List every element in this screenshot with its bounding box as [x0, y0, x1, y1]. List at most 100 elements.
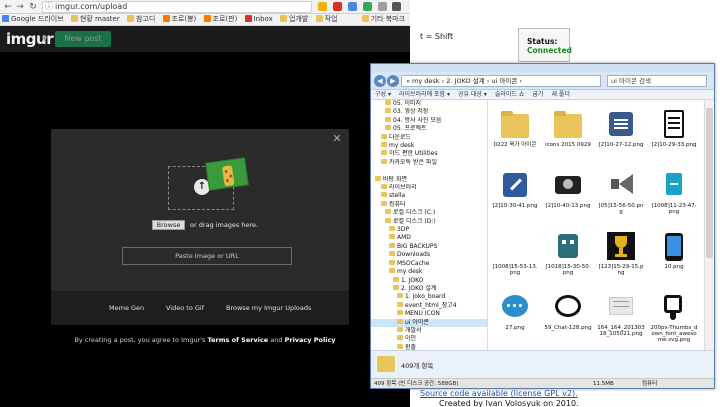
folder-icon — [381, 150, 387, 156]
tree-item[interactable]: BIG BACKUPS — [371, 242, 487, 251]
file-item[interactable]: [123]15-29-15.png — [597, 224, 645, 282]
tree-item[interactable]: 라이브러리 — [371, 184, 487, 192]
command-menu-item[interactable]: 굽기 — [528, 90, 547, 100]
tree-item[interactable]: 1. joko_board — [371, 293, 487, 301]
file-item[interactable]: 0222 욱가 아이콘 — [491, 102, 539, 160]
tree-item[interactable]: event_html_참고4 — [371, 301, 487, 310]
tree-item[interactable]: 로컬 디스크 (D:) — [371, 217, 487, 226]
file-item[interactable]: icons 2015 0929 — [544, 102, 592, 160]
scrollbar[interactable] — [704, 100, 713, 380]
browse-uploads-link[interactable]: Browse my Imgur Uploads — [226, 303, 311, 313]
info-icon[interactable]: ⓘ — [45, 2, 53, 12]
tree-item[interactable]: 이인 — [371, 335, 487, 343]
tree-item[interactable]: 바탕 화면 — [371, 175, 487, 184]
bookmark-item[interactable]: Google 드라이브 — [0, 14, 67, 25]
file-item[interactable]: 164_164_20130318_105021.png — [597, 285, 645, 343]
command-menu-item[interactable]: 라이브러리에 포함 ▾ — [395, 90, 454, 100]
forward-icon[interactable]: → — [14, 1, 26, 13]
file-item[interactable]: [1008]15-53-13.png — [491, 224, 539, 282]
search-input[interactable]: ui 아이콘 검색 — [607, 75, 707, 87]
scroll-thumb[interactable] — [706, 108, 713, 258]
command-menu-item[interactable]: 슬라이드 쇼 — [491, 90, 529, 100]
menu-icon[interactable] — [392, 2, 402, 11]
extension-icon[interactable] — [362, 2, 372, 11]
tree-item[interactable]: MSOCache — [371, 259, 487, 268]
tree-item[interactable]: 1. JOKO — [371, 276, 487, 285]
new-post-button[interactable]: New post — [55, 31, 111, 47]
video-to-gif-link[interactable]: Video to Gif — [166, 303, 204, 313]
status-bar: 409 항목 (빈 디스크 공간: 588GB) 11.5MB 컴퓨터 — [371, 378, 714, 388]
file-item[interactable]: 200px-Thumbs_down_font_awesome.svg.png — [650, 285, 698, 343]
file-item[interactable]: [2]10-40-13.png — [544, 163, 592, 221]
command-menu-item[interactable]: 공유 대상 ▾ — [454, 90, 491, 100]
tree-item[interactable]: 다운로드 — [371, 133, 487, 142]
command-menu-item[interactable]: 구성 ▾ — [371, 90, 395, 100]
tree-item[interactable]: AMD — [371, 234, 487, 242]
tree-item[interactable]: 04. 방사 사진 모음 — [371, 116, 487, 125]
tree-item-label: 개발서 — [405, 326, 422, 334]
file-item[interactable]: [2]10-27-12.png — [597, 102, 645, 160]
source-code-link[interactable]: Source code available (license GPL v2). — [420, 389, 578, 398]
tree-item[interactable]: MENU ICON — [371, 310, 487, 318]
url-bar[interactable]: ⓘ imgur.com/upload — [42, 1, 312, 13]
tree-item[interactable]: my desk — [371, 268, 487, 276]
file-item[interactable]: [2]10-29-33.png — [650, 102, 698, 160]
extension-icon[interactable] — [332, 2, 342, 11]
drag-hint: or drag images here. — [190, 221, 259, 229]
bookmark-item[interactable]: 조로(판) — [202, 14, 241, 25]
privacy-policy-link[interactable]: Privacy Policy — [285, 336, 336, 344]
tree-item-label: 이인 — [405, 335, 417, 343]
folder-icon — [397, 293, 403, 299]
back-icon[interactable]: ← — [2, 1, 14, 13]
command-menu-item[interactable]: 새 폴더 — [547, 90, 573, 100]
folder-icon — [361, 15, 369, 22]
title-bar[interactable] — [371, 64, 714, 72]
bookmark-item[interactable]: 현황 master — [69, 14, 123, 25]
tree-item[interactable]: 03. 영상 저장 — [371, 108, 487, 116]
browse-button[interactable]: Browse — [152, 220, 185, 230]
other-bookmarks[interactable]: 기타 북마크 — [360, 14, 408, 25]
bookmark-item[interactable]: Inbox — [243, 14, 276, 25]
tree-item[interactable]: 이드 편한 Utilities — [371, 150, 487, 158]
tree-item[interactable]: 05. 이미지 — [371, 100, 487, 108]
file-item[interactable]: [05]15-56-50.png — [597, 163, 645, 221]
bookmark-item[interactable]: 업개발 — [278, 14, 311, 25]
file-item[interactable]: [1008]11-23-47.png — [650, 163, 698, 221]
tree-item[interactable]: Downloads — [371, 251, 487, 259]
tree-item[interactable]: 05. 프로젝트 — [371, 125, 487, 133]
tree-item[interactable]: 3DP — [371, 226, 487, 234]
chevron-down-icon[interactable]: ▼ — [42, 35, 47, 43]
tree-item[interactable]: 카카오톡 받은 파일 — [371, 158, 487, 167]
tree-item[interactable]: ui 아이콘 — [371, 318, 487, 327]
tree-item[interactable] — [371, 167, 487, 175]
tree-item[interactable]: stella — [371, 192, 487, 200]
meme-gen-link[interactable]: Meme Gen — [109, 303, 144, 313]
extension-icon[interactable] — [377, 2, 387, 11]
bookmark-item[interactable]: 작업 — [314, 14, 341, 25]
tree-item[interactable]: 개발서 — [371, 326, 487, 335]
phone-icon — [658, 230, 690, 262]
back-icon[interactable]: ◀ — [374, 75, 386, 87]
file-item[interactable]: 59_Chat-128.png — [544, 285, 592, 343]
file-item[interactable]: [2]10-30-41.png — [491, 163, 539, 221]
tree-item[interactable]: 컴퓨터 — [371, 200, 487, 209]
bookmark-item[interactable]: 조로(봉) — [161, 14, 200, 25]
reload-icon[interactable]: ↻ — [27, 1, 39, 13]
forward-icon[interactable]: ▶ — [387, 75, 399, 87]
file-item[interactable]: 10.png — [650, 224, 698, 282]
star-icon[interactable] — [318, 2, 327, 11]
close-icon[interactable]: ✕ — [331, 133, 343, 145]
folder-icon — [389, 268, 395, 274]
tree-item[interactable]: 2. JOKO 설계 — [371, 284, 487, 293]
file-item[interactable]: [1018]15-30-50.png — [544, 224, 592, 282]
bookmark-item[interactable]: 참고디 — [125, 14, 158, 25]
extension-icon[interactable] — [347, 2, 357, 11]
paste-url-input[interactable]: Paste Image or URL — [122, 247, 292, 265]
breadcrumb[interactable]: « my desk › 2. JOKO 설계 › ui 아이콘 › — [401, 75, 601, 87]
tree-item-label: ui 아이콘 — [405, 318, 429, 326]
file-item[interactable]: 27.png — [491, 285, 539, 343]
tree-item[interactable]: my desk — [371, 142, 487, 150]
folder-icon — [70, 15, 78, 22]
terms-of-service-link[interactable]: Terms of Service — [208, 336, 269, 344]
tree-item[interactable]: 로컬 디스크 (C:) — [371, 209, 487, 217]
